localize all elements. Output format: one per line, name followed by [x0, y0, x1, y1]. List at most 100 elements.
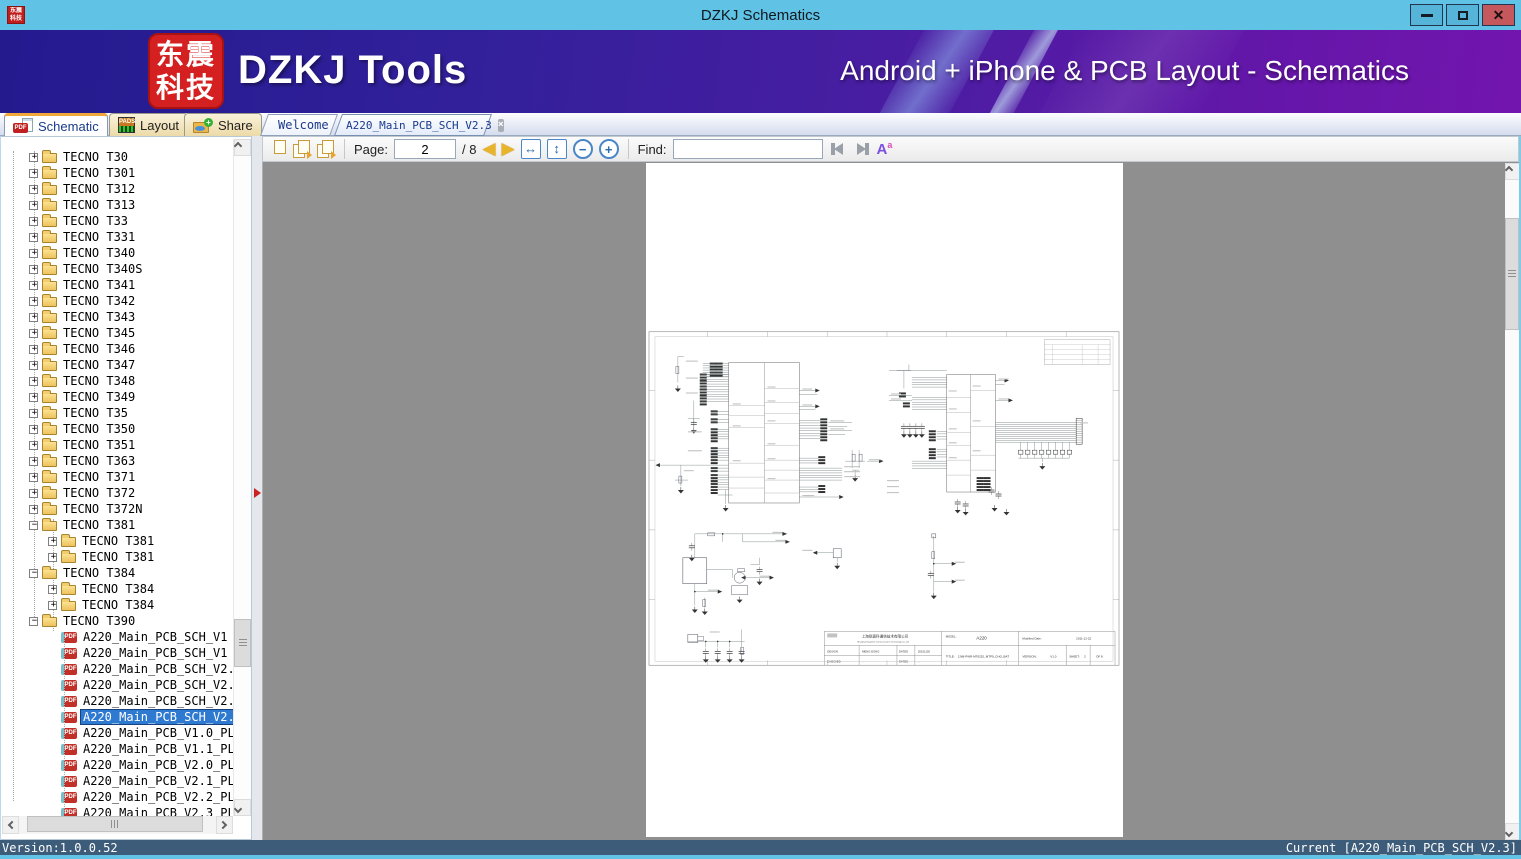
- expand-icon[interactable]: +: [48, 552, 57, 562]
- expand-icon[interactable]: +: [29, 168, 38, 178]
- scroll-up-button[interactable]: [233, 139, 251, 156]
- tree-item[interactable]: + TECNO T371: [1, 469, 233, 485]
- doc-tab-document[interactable]: A220_Main_PCB_SCH_V2.3 ×: [333, 114, 504, 136]
- scroll-down-button[interactable]: [1504, 823, 1519, 840]
- page-number-input[interactable]: [393, 139, 456, 159]
- tree-item[interactable]: + TECNO T349: [1, 389, 233, 405]
- tree-item[interactable]: + TECNO T381: [1, 549, 233, 565]
- expand-icon[interactable]: +: [29, 328, 38, 338]
- tree-item[interactable]: + TECNO T343: [1, 309, 233, 325]
- tree-item[interactable]: PDFA220_Main_PCB_V2.0_PLACEME: [1, 757, 233, 773]
- tree-item[interactable]: PDF A220_Main_PCB_SCH_V2.1: [1, 677, 233, 693]
- scroll-right-button[interactable]: [216, 816, 233, 834]
- doc-tab-close-icon[interactable]: ×: [497, 118, 504, 132]
- tree-item[interactable]: PDF A220_Main_PCB_SCH_V1 1: [1, 645, 233, 661]
- expand-icon[interactable]: +: [29, 184, 38, 194]
- tree-item[interactable]: PDF A220_Main_PCB_SCH_V2.2: [1, 693, 233, 709]
- expand-icon[interactable]: +: [29, 216, 38, 226]
- tree-item[interactable]: + TECNO T346: [1, 341, 233, 357]
- expand-icon[interactable]: +: [29, 456, 38, 466]
- collapse-icon[interactable]: −: [29, 568, 38, 578]
- tree-item[interactable]: + TECNO T35: [1, 405, 233, 421]
- tree-item[interactable]: PDFA220_Main_PCB_V2.2_PLACEME: [1, 789, 233, 805]
- tree-item[interactable]: + TECNO T301: [1, 165, 233, 181]
- panel-splitter[interactable]: [252, 136, 262, 840]
- expand-icon[interactable]: +: [29, 424, 38, 434]
- tree-item[interactable]: + TECNO T331: [1, 229, 233, 245]
- copy-page-icon[interactable]: [269, 139, 287, 159]
- find-input[interactable]: [672, 139, 823, 159]
- export-pages-icon[interactable]: [317, 139, 336, 159]
- tree-item[interactable]: + TECNO T347: [1, 357, 233, 373]
- match-case-icon[interactable]: Aa: [877, 140, 893, 158]
- previous-page-icon[interactable]: ◀: [482, 139, 495, 159]
- zoom-in-icon[interactable]: +: [598, 139, 619, 159]
- expand-icon[interactable]: +: [48, 536, 57, 546]
- tree-item[interactable]: + TECNO T345: [1, 325, 233, 341]
- pdf-scrollbar-thumb[interactable]: [1505, 218, 1519, 330]
- tree-item[interactable]: PDFA220_Main_PCB_V2.1_PLACEME: [1, 773, 233, 789]
- scroll-left-button[interactable]: [2, 816, 19, 834]
- tree-item[interactable]: PDFA220_Main_PCB_V1.0_PLACEME: [1, 725, 233, 741]
- tree-item[interactable]: + TECNO T341: [1, 277, 233, 293]
- tree-vertical-scrollbar[interactable]: [233, 139, 251, 816]
- tab-schematic[interactable]: PDF Schematic: [4, 113, 108, 136]
- expand-icon[interactable]: +: [29, 248, 38, 258]
- find-next-icon[interactable]: [853, 142, 871, 156]
- maximize-button[interactable]: [1446, 4, 1479, 26]
- minimize-button[interactable]: [1410, 4, 1443, 26]
- tree-horizontal-scrollbar[interactable]: [2, 816, 233, 834]
- tree-item[interactable]: + TECNO T33: [1, 213, 233, 229]
- tree-item[interactable]: + TECNO T384: [1, 581, 233, 597]
- expand-icon[interactable]: +: [29, 280, 38, 290]
- expand-icon[interactable]: +: [29, 360, 38, 370]
- tree-item[interactable]: PDFA220_Main_PCB_V1.1_PLACEME: [1, 741, 233, 757]
- tree-item[interactable]: − TECNO T381: [1, 517, 233, 533]
- expand-icon[interactable]: +: [29, 376, 38, 386]
- next-page-icon[interactable]: ▶: [502, 139, 515, 159]
- tree-item[interactable]: PDF A220_Main_PCB_SCH_V1 0: [1, 629, 233, 645]
- tree-item[interactable]: − TECNO T384: [1, 565, 233, 581]
- expand-icon[interactable]: +: [29, 344, 38, 354]
- tree-item[interactable]: + TECNO T342: [1, 293, 233, 309]
- tree-item[interactable]: + TECNO T363: [1, 453, 233, 469]
- expand-icon[interactable]: +: [29, 392, 38, 402]
- fit-page-icon[interactable]: ↕: [546, 139, 567, 159]
- tree-item[interactable]: + TECNO T381: [1, 533, 233, 549]
- expand-icon[interactable]: +: [29, 296, 38, 306]
- find-previous-icon[interactable]: [829, 142, 847, 156]
- copy-pages-icon[interactable]: [293, 139, 312, 159]
- expand-icon[interactable]: +: [48, 584, 57, 594]
- tree-item[interactable]: + TECNO T340: [1, 245, 233, 261]
- pdf-vertical-scrollbar[interactable]: [1504, 163, 1519, 840]
- expand-icon[interactable]: +: [29, 264, 38, 274]
- expand-icon[interactable]: +: [29, 472, 38, 482]
- expand-icon[interactable]: +: [48, 600, 57, 610]
- scrollbar-track[interactable]: [19, 816, 216, 834]
- tree-item[interactable]: + TECNO T350: [1, 421, 233, 437]
- tree-item[interactable]: − TECNO T390: [1, 613, 233, 629]
- tree-item[interactable]: + TECNO T30: [1, 149, 233, 165]
- tree-item[interactable]: PDFA220_Main_PCB_V2.3_PLACEME: [1, 805, 233, 816]
- pdf-viewer[interactable]: 上海锐嘉科通信技术有限公司 Shanghai Ragentek Communic…: [262, 162, 1519, 840]
- tree-scrollbar-thumb[interactable]: [234, 619, 251, 667]
- tree-item[interactable]: + TECNO T313: [1, 197, 233, 213]
- close-button[interactable]: ✕: [1482, 4, 1515, 26]
- tab-share[interactable]: + Share: [184, 113, 262, 136]
- collapse-icon[interactable]: −: [29, 616, 38, 626]
- expand-icon[interactable]: +: [29, 504, 38, 514]
- tree-item[interactable]: + TECNO T348: [1, 373, 233, 389]
- tree-item[interactable]: PDF A220_Main_PCB_SCH_V2.3: [1, 709, 233, 725]
- tab-layout[interactable]: PADS Layout: [109, 113, 189, 136]
- tree-hscrollbar-thumb[interactable]: [27, 816, 203, 832]
- splitter-collapse-icon[interactable]: [254, 488, 261, 498]
- tree-item[interactable]: + TECNO T372: [1, 485, 233, 501]
- scroll-down-button[interactable]: [233, 799, 251, 816]
- expand-icon[interactable]: +: [29, 232, 38, 242]
- tree-item[interactable]: + TECNO T340S: [1, 261, 233, 277]
- zoom-out-icon[interactable]: −: [572, 139, 593, 159]
- expand-icon[interactable]: +: [29, 200, 38, 210]
- expand-icon[interactable]: +: [29, 152, 38, 162]
- tree-item[interactable]: + TECNO T312: [1, 181, 233, 197]
- expand-icon[interactable]: +: [29, 488, 38, 498]
